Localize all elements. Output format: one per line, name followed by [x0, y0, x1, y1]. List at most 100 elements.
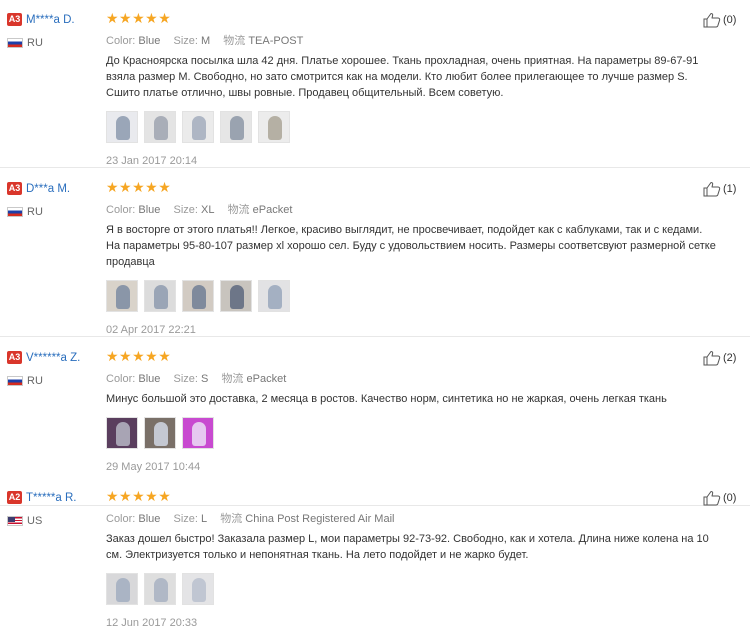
review-photo-thumbnail[interactable]: [182, 111, 214, 143]
country-code: US: [27, 515, 43, 528]
helpful-vote[interactable]: (0): [703, 12, 736, 28]
thumbs-up-icon[interactable]: [703, 12, 721, 28]
review-content: ★★★★★ Color: Blue Size: S 物流 ePacket Мин…: [106, 349, 706, 473]
photo-figure-icon: [192, 285, 206, 309]
review-photo-thumbnail[interactable]: [182, 573, 214, 605]
color-value: Blue: [138, 513, 161, 525]
country-flag-icon: [7, 207, 23, 218]
shipping-label: 物流: [223, 35, 246, 47]
photo-figure-icon: [116, 422, 130, 446]
thumbs-up-icon[interactable]: [703, 490, 721, 506]
helpful-count: (0): [723, 492, 737, 504]
shipping-value: TEA-POST: [248, 35, 304, 47]
photo-figure-icon: [268, 116, 282, 140]
review-photo-thumbnail[interactable]: [106, 111, 138, 143]
buyer-level-badge: A3: [7, 351, 22, 365]
review-photo-thumbnail[interactable]: [182, 280, 214, 312]
review-photo-thumbnail[interactable]: [144, 417, 176, 449]
review-photos: [106, 111, 706, 143]
color-value: Blue: [138, 204, 161, 216]
photo-figure-icon: [154, 116, 168, 140]
photo-figure-icon: [154, 285, 168, 309]
review-photo-thumbnail[interactable]: [258, 111, 290, 143]
star-rating-icon: ★★★★★: [106, 348, 172, 364]
review-photo-thumbnail[interactable]: [106, 280, 138, 312]
photo-figure-icon: [192, 578, 206, 602]
size-label: Size:: [173, 513, 198, 525]
photo-figure-icon: [192, 422, 206, 446]
size-value: L: [201, 513, 208, 525]
review-photo-thumbnail[interactable]: [220, 111, 252, 143]
review-photo-thumbnail[interactable]: [144, 573, 176, 605]
size-label: Size:: [173, 373, 198, 385]
color-value: Blue: [138, 35, 161, 47]
reviewer-info: A3 V******a Z. RU: [7, 350, 102, 388]
review-divider: [0, 167, 750, 168]
buyer-level-badge: A3: [7, 13, 22, 27]
country-flag-icon: [7, 516, 23, 527]
reviewer-name[interactable]: M****a D.: [26, 14, 75, 26]
helpful-count: (2): [723, 352, 737, 364]
review-photo-thumbnail[interactable]: [106, 417, 138, 449]
review-content: ★★★★★ Color: Blue Size: M 物流 TEA-POST До…: [106, 11, 706, 167]
review-photo-thumbnail[interactable]: [144, 111, 176, 143]
review-date: 29 May 2017 10:44: [106, 461, 201, 473]
country-code: RU: [27, 375, 43, 388]
shipping-value: China Post Registered Air Mail: [245, 513, 395, 525]
reviewer-name[interactable]: T*****a R.: [26, 492, 77, 504]
review-photo-thumbnail[interactable]: [258, 280, 290, 312]
photo-figure-icon: [116, 116, 130, 140]
star-rating-icon: ★★★★★: [106, 488, 172, 504]
helpful-count: (0): [723, 14, 737, 26]
helpful-vote[interactable]: (2): [703, 350, 736, 366]
review-item: A2 T*****a R. US ★★★★★ Color: Blue Size: …: [0, 478, 750, 629]
photo-figure-icon: [116, 285, 130, 309]
review-photos: [106, 573, 706, 605]
reviewer-country: US: [7, 513, 102, 528]
shipping-label: 物流: [227, 204, 250, 216]
order-info: Color: Blue Size: XL 物流 ePacket: [106, 201, 706, 217]
shipping-label: 物流: [220, 513, 243, 525]
review-text: Минус большой это доставка, 2 месяца в р…: [106, 393, 667, 405]
thumbs-up-icon[interactable]: [703, 181, 721, 197]
country-code: RU: [27, 37, 43, 50]
color-label: Color:: [106, 35, 136, 47]
reviewer-country: RU: [7, 35, 102, 50]
country-flag-icon: [7, 38, 23, 49]
order-info: Color: Blue Size: L 物流 China Post Regist…: [106, 510, 706, 526]
photo-figure-icon: [230, 116, 244, 140]
review-content: ★★★★★ Color: Blue Size: L 物流 China Post …: [106, 488, 709, 629]
size-label: Size:: [173, 204, 198, 216]
review-photo-thumbnail[interactable]: [144, 280, 176, 312]
review-date: 02 Apr 2017 22:21: [106, 324, 196, 336]
star-rating-icon: ★★★★★: [106, 179, 172, 195]
country-code: RU: [27, 206, 43, 219]
reviewer-country: RU: [7, 204, 102, 219]
review-date: 12 Jun 2017 20:33: [106, 617, 198, 629]
helpful-vote[interactable]: (0): [703, 490, 736, 506]
star-rating-icon: ★★★★★: [106, 10, 172, 26]
color-label: Color:: [106, 373, 136, 385]
review-item: A3 M****a D. RU ★★★★★ Color: Blue Size: M…: [0, 0, 750, 168]
size-value: M: [201, 35, 211, 47]
country-flag-icon: [7, 376, 23, 387]
review-photo-thumbnail[interactable]: [220, 280, 252, 312]
helpful-vote[interactable]: (1): [703, 181, 736, 197]
photo-figure-icon: [116, 578, 130, 602]
shipping-value: ePacket: [246, 373, 287, 385]
color-label: Color:: [106, 204, 136, 216]
review-photo-thumbnail[interactable]: [106, 573, 138, 605]
reviewer-name[interactable]: D***a M.: [26, 183, 70, 195]
review-item: A3 D***a M. RU ★★★★★ Color: Blue Size: XL…: [0, 169, 750, 337]
color-value: Blue: [138, 373, 161, 385]
review-date: 23 Jan 2017 20:14: [106, 155, 198, 167]
reviewer-info: A3 M****a D. RU: [7, 12, 102, 50]
color-label: Color:: [106, 513, 136, 525]
review-text: До Красноярска посылка шла 42 дня. Плать…: [106, 55, 699, 99]
order-info: Color: Blue Size: S 物流 ePacket: [106, 370, 706, 386]
thumbs-up-icon[interactable]: [703, 350, 721, 366]
review-text: Заказ дошел быстро! Заказала размер L, м…: [106, 533, 709, 561]
reviewer-name[interactable]: V******a Z.: [26, 352, 80, 364]
shipping-label: 物流: [221, 373, 244, 385]
review-photo-thumbnail[interactable]: [182, 417, 214, 449]
